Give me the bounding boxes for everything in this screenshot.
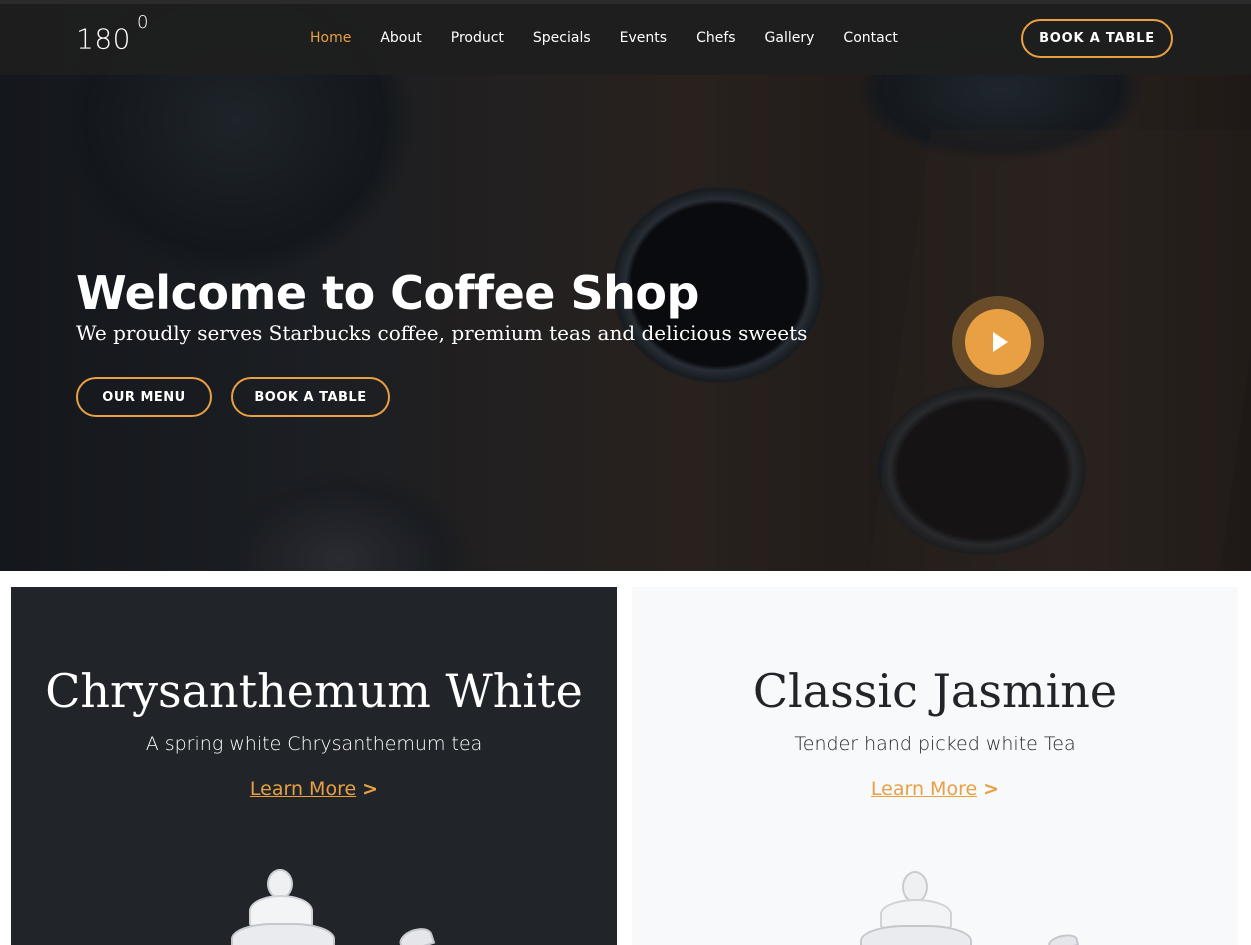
hero-section: Welcome to Coffee Shop We proudly serves… bbox=[0, 0, 1251, 571]
our-menu-button[interactable]: OUR MENU bbox=[76, 377, 212, 417]
logo-superscript: 0 bbox=[136, 12, 149, 33]
nav-about[interactable]: About bbox=[380, 30, 421, 46]
product-card-jasmine bbox=[632, 587, 1238, 945]
learn-more-link-jasmine[interactable]: Learn More bbox=[871, 778, 977, 800]
nav-product[interactable]: Product bbox=[451, 30, 504, 46]
main-nav: Home About Product Specials Events Chefs… bbox=[310, 30, 898, 46]
card-title-jasmine: Classic Jasmine bbox=[752, 664, 1118, 718]
teapot-body bbox=[231, 923, 335, 945]
product-card-chrysanthemum bbox=[11, 587, 617, 945]
nav-contact[interactable]: Contact bbox=[843, 30, 897, 46]
play-button-circle bbox=[965, 309, 1031, 375]
play-icon bbox=[992, 332, 1008, 352]
learn-more-link-chrysanthemum[interactable]: Learn More bbox=[250, 778, 356, 800]
card-description-chrysanthemum: A spring white Chrysanthemum tea bbox=[145, 733, 483, 755]
nav-home[interactable]: Home bbox=[310, 30, 351, 46]
header-book-table-button[interactable]: BOOK A TABLE bbox=[1021, 19, 1173, 58]
play-video-button[interactable] bbox=[952, 296, 1044, 388]
hero-subtitle: We proudly serves Starbucks coffee, prem… bbox=[76, 321, 808, 345]
card-description-jasmine: Tender hand picked white Tea bbox=[794, 733, 1076, 755]
hero-title: Welcome to Coffee Shop bbox=[76, 266, 699, 320]
nav-chefs[interactable]: Chefs bbox=[696, 30, 735, 46]
teapot-body bbox=[860, 925, 972, 945]
teapot-spout bbox=[396, 924, 436, 945]
teapot-spout bbox=[1046, 932, 1080, 945]
chevron-right-icon: > bbox=[362, 778, 379, 800]
card-link-row-chrysanthemum: Learn More > bbox=[11, 778, 617, 800]
nav-events[interactable]: Events bbox=[620, 30, 667, 46]
nav-specials[interactable]: Specials bbox=[533, 30, 591, 46]
logo-text: 180 bbox=[76, 22, 131, 56]
card-link-row-jasmine: Learn More > bbox=[632, 778, 1238, 800]
nav-gallery[interactable]: Gallery bbox=[765, 30, 815, 46]
site-header: 180 0 Home About Product Specials Events … bbox=[0, 4, 1251, 75]
site-logo[interactable]: 180 0 bbox=[76, 12, 149, 56]
card-title-chrysanthemum: Chrysanthemum White bbox=[45, 664, 583, 718]
chevron-right-icon: > bbox=[983, 778, 1000, 800]
hero-book-table-button[interactable]: BOOK A TABLE bbox=[231, 377, 390, 417]
